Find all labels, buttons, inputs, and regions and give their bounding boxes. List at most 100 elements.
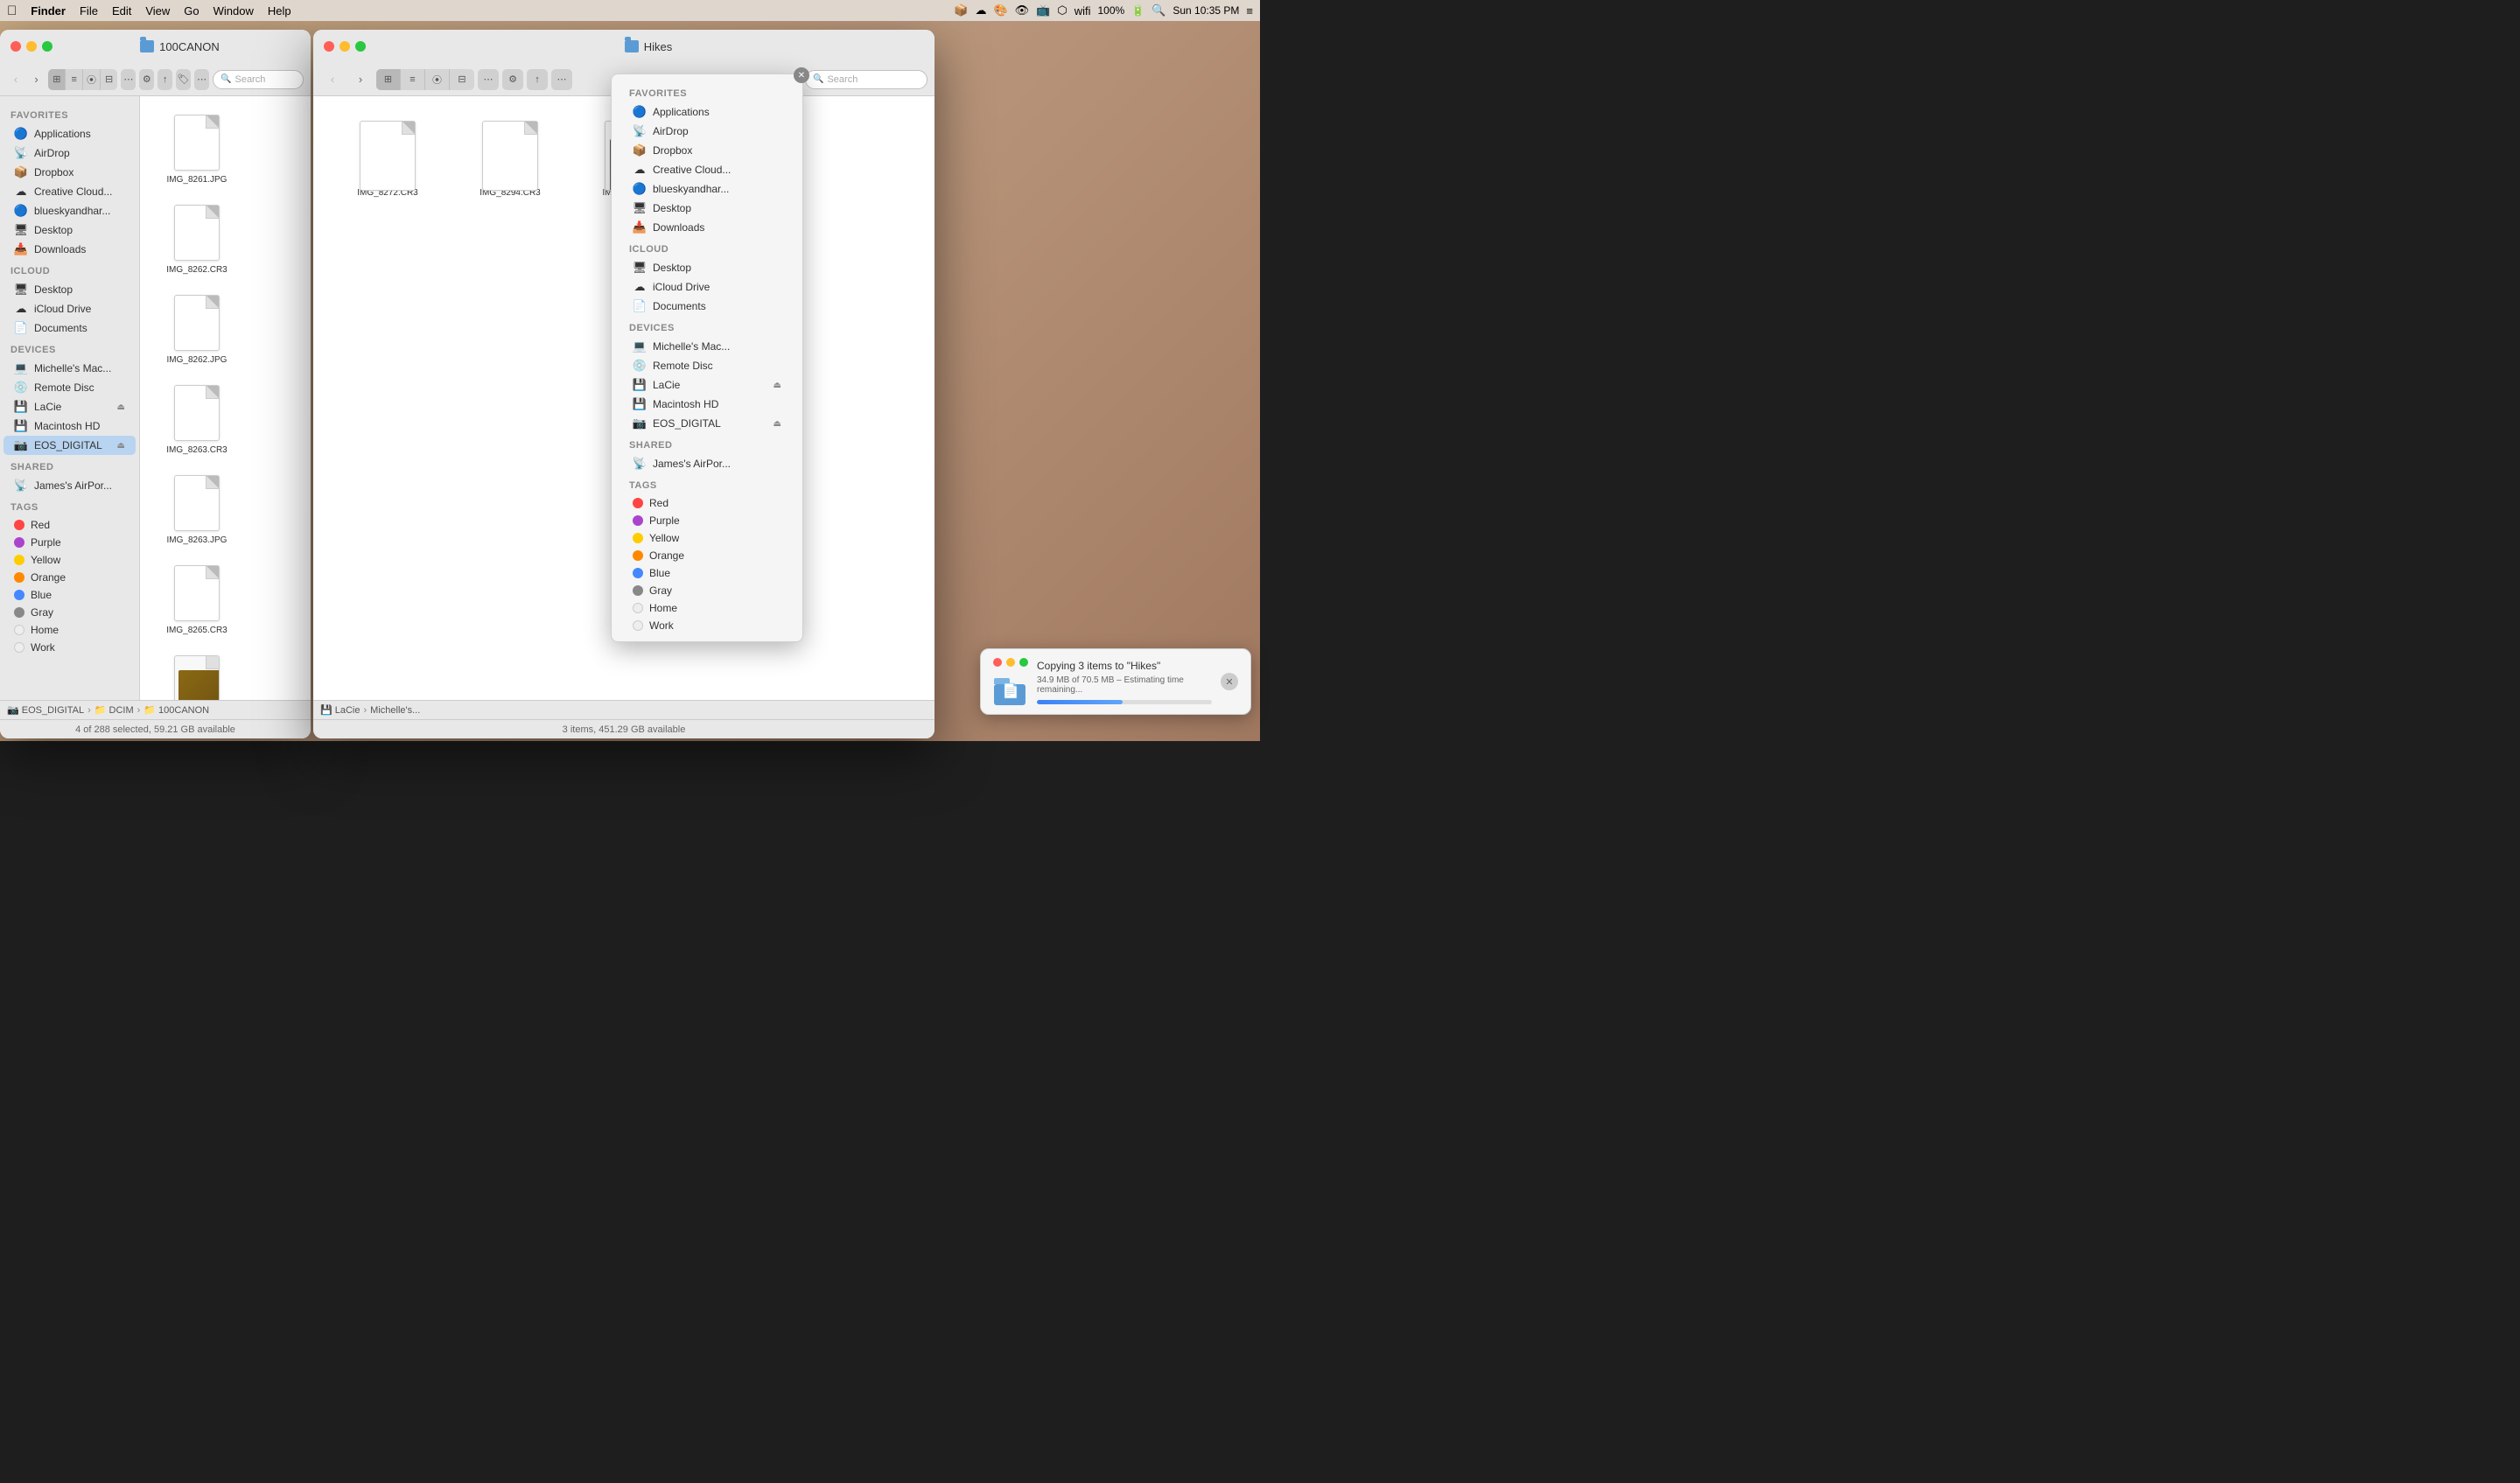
sidebar-tag-work[interactable]: Work: [4, 639, 136, 656]
right-list-view-btn[interactable]: ≡: [401, 69, 425, 90]
right-gallery-view-btn[interactable]: ⊟: [450, 69, 474, 90]
100canon-breadcrumb[interactable]: 📁 100CANON: [144, 704, 209, 716]
view-menu[interactable]: View: [145, 4, 170, 17]
eos-digital-breadcrumb[interactable]: 📷 EOS_DIGITAL: [7, 704, 84, 716]
sidebar-item-macintosh-hd[interactable]: 💾 Macintosh HD: [4, 416, 136, 436]
popup-item-applications[interactable]: 🔵 Applications: [622, 102, 792, 122]
window-menu[interactable]: Window: [214, 4, 254, 17]
back-button[interactable]: ‹: [7, 69, 24, 90]
sidebar-item-applications[interactable]: 🔵 Applications: [4, 124, 136, 143]
copy-close-button[interactable]: ✕: [1221, 673, 1238, 690]
gallery-view-btn[interactable]: ⊟: [101, 69, 118, 90]
popup-item-downloads[interactable]: 📥 Downloads: [622, 218, 792, 237]
popup-item-remote-disc[interactable]: 💿 Remote Disc: [622, 356, 792, 375]
sidebar-item-icloud-drive[interactable]: ☁ iCloud Drive: [4, 299, 136, 318]
sidebar-tag-home[interactable]: Home: [4, 621, 136, 639]
lacie-breadcrumb[interactable]: 💾 LaCie: [320, 704, 360, 716]
sidebar-tag-red[interactable]: Red: [4, 516, 136, 534]
sidebar-tag-orange[interactable]: Orange: [4, 569, 136, 586]
popup-item-desktop[interactable]: 🖥 Desktop: [622, 199, 792, 218]
right-file-item[interactable]: IMG_8272.CR3: [340, 122, 436, 204]
popup-tag-yellow[interactable]: Yellow: [622, 529, 792, 547]
sidebar-item-downloads[interactable]: 📥 Downloads: [4, 240, 136, 259]
file-item[interactable]: IMG_8263.CR3: [153, 380, 241, 461]
right-arrange-btn[interactable]: ⋯: [478, 69, 499, 90]
popup-item-icloud-drive[interactable]: ☁ iCloud Drive: [622, 277, 792, 297]
popup-item-creative-cloud[interactable]: ☁ Creative Cloud...: [622, 160, 792, 179]
popup-tag-orange[interactable]: Orange: [622, 547, 792, 564]
sidebar-tag-blue[interactable]: Blue: [4, 586, 136, 604]
eos-eject-button[interactable]: ⏏: [117, 441, 125, 451]
right-column-view-btn[interactable]: ⦿: [425, 69, 450, 90]
copy-tl-max[interactable]: [1019, 658, 1028, 667]
right-close-button[interactable]: [324, 41, 334, 52]
share-btn[interactable]: ↑: [158, 69, 172, 90]
right-icon-view-btn[interactable]: ⊞: [376, 69, 401, 90]
popup-eos-eject[interactable]: ⏏: [774, 419, 781, 429]
popup-tag-red[interactable]: Red: [622, 494, 792, 512]
sidebar-item-james-airport[interactable]: 📡 James's AirPor...: [4, 476, 136, 495]
file-item[interactable]: IMG_8261.JPG: [153, 109, 241, 191]
right-back-button[interactable]: ‹: [320, 69, 345, 90]
finder-menu[interactable]: Finder: [31, 4, 66, 17]
sidebar-tag-purple[interactable]: Purple: [4, 534, 136, 551]
action-btn[interactable]: ⚙: [139, 69, 154, 90]
popup-item-bluesky[interactable]: 🔵 blueskyandhar...: [622, 179, 792, 199]
popup-item-dropbox[interactable]: 📦 Dropbox: [622, 141, 792, 160]
sidebar-item-documents[interactable]: 📄 Documents: [4, 318, 136, 338]
popup-tag-gray[interactable]: Gray: [622, 582, 792, 599]
file-item[interactable]: IMG_8262.JPG: [153, 290, 241, 371]
sidebar-item-icloud-desktop[interactable]: 🖥 Desktop: [4, 280, 136, 299]
maximize-button[interactable]: [42, 41, 52, 52]
file-menu[interactable]: File: [80, 4, 98, 17]
popup-item-macintosh-hd[interactable]: 💾 Macintosh HD: [622, 395, 792, 414]
file-item[interactable]: IMG_8265.CR3: [153, 560, 241, 641]
right-share-btn[interactable]: ↑: [527, 69, 548, 90]
popup-tag-home[interactable]: Home: [622, 599, 792, 617]
list-view-btn[interactable]: ≡: [66, 69, 83, 90]
right-search-box[interactable]: 🔍 Search: [805, 70, 928, 89]
right-more-btn[interactable]: ⋯: [551, 69, 572, 90]
right-maximize-button[interactable]: [355, 41, 366, 52]
copy-tl-min[interactable]: [1006, 658, 1015, 667]
popup-tag-work[interactable]: Work: [622, 617, 792, 634]
sidebar-item-airdrop[interactable]: 📡 AirDrop: [4, 143, 136, 163]
popup-item-documents[interactable]: 📄 Documents: [622, 297, 792, 316]
forward-button[interactable]: ›: [28, 69, 46, 90]
icon-view-btn[interactable]: ⊞: [48, 69, 66, 90]
right-forward-button[interactable]: ›: [348, 69, 373, 90]
right-minimize-button[interactable]: [340, 41, 350, 52]
copy-tl-close[interactable]: [993, 658, 1002, 667]
tag-btn[interactable]: 🏷: [176, 69, 191, 90]
column-view-btn[interactable]: ⦿: [83, 69, 101, 90]
popup-item-michelles-mac[interactable]: 💻 Michelle's Mac...: [622, 337, 792, 356]
michelles-breadcrumb[interactable]: Michelle's...: [370, 705, 420, 716]
go-menu[interactable]: Go: [184, 4, 199, 17]
file-item[interactable]: IMG_8263.JPG: [153, 470, 241, 551]
sidebar-item-eos-digital[interactable]: 📷 EOS_DIGITAL ⏏: [4, 436, 136, 455]
right-file-item[interactable]: IMG_8294.CR3: [462, 122, 558, 204]
popup-item-eos-digital[interactable]: 📷 EOS_DIGITAL ⏏: [622, 414, 792, 433]
sidebar-item-michelles-mac[interactable]: 💻 Michelle's Mac...: [4, 359, 136, 378]
sidebar-item-dropbox[interactable]: 📦 Dropbox: [4, 163, 136, 182]
popup-item-airdrop[interactable]: 📡 AirDrop: [622, 122, 792, 141]
sidebar-tag-gray[interactable]: Gray: [4, 604, 136, 621]
minimize-button[interactable]: [26, 41, 37, 52]
help-menu[interactable]: Help: [268, 4, 291, 17]
file-item[interactable]: IMG_8265.JPG: [153, 650, 241, 700]
popup-tag-blue[interactable]: Blue: [622, 564, 792, 582]
sidebar-item-desktop[interactable]: 🖥 Desktop: [4, 220, 136, 240]
dcim-breadcrumb[interactable]: 📁 DCIM: [94, 704, 134, 716]
sidebar-item-bluesky[interactable]: 🔵 blueskyandhar...: [4, 201, 136, 220]
sidebar-item-creative-cloud[interactable]: ☁ Creative Cloud...: [4, 182, 136, 201]
sidebar-item-lacie[interactable]: 💾 LaCie ⏏: [4, 397, 136, 416]
control-center[interactable]: ≡: [1246, 4, 1253, 17]
edit-menu[interactable]: Edit: [112, 4, 131, 17]
popup-item-james[interactable]: 📡 James's AirPor...: [622, 454, 792, 473]
popup-item-lacie[interactable]: 💾 LaCie ⏏: [622, 375, 792, 395]
apple-menu[interactable]: : [7, 3, 17, 18]
more-btn[interactable]: ⋯: [194, 69, 209, 90]
search-box[interactable]: 🔍 Search: [213, 70, 304, 89]
arrange-btn[interactable]: ⋯: [121, 69, 136, 90]
search-icon[interactable]: 🔍: [1152, 3, 1166, 17]
